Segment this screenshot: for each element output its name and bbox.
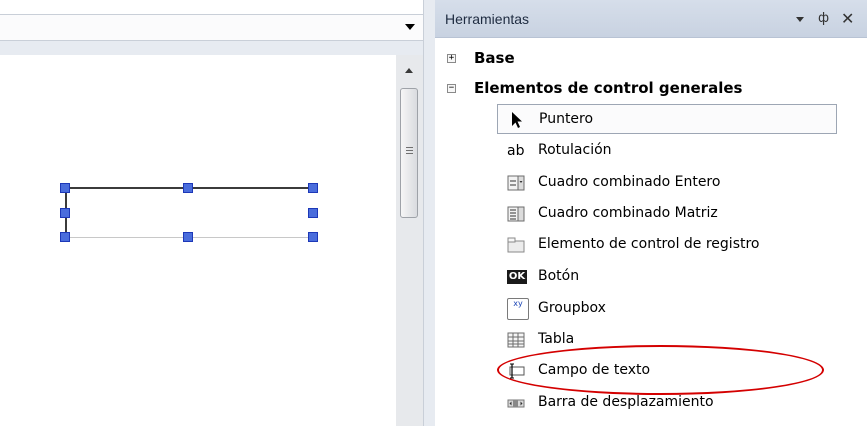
scroll-thumb[interactable] [400,88,418,218]
tool-item-boton[interactable]: OK Botón [497,262,837,292]
grip-line [406,147,413,148]
tool-item-label: Botón [538,268,580,284]
scroll-up-arrow-icon[interactable] [405,68,413,73]
chevron-down-icon[interactable] [405,24,415,30]
ab-label-icon: ab [507,143,525,159]
tool-item-groupbox[interactable]: xy Groupbox [497,294,837,324]
resize-handle-bottom-middle[interactable] [183,232,193,242]
grip-line [406,153,413,154]
tool-item-rotulacion[interactable]: ab Rotulación [497,136,837,166]
tool-item-combobox-integer[interactable]: Cuadro combinado Entero [497,168,837,198]
groupbox-icon: xy [507,298,529,320]
scrollbar-icon [507,399,525,408]
combobox-integer-icon [507,175,525,191]
tool-item-label: Puntero [539,111,594,127]
editor-toolbar [0,14,423,41]
resize-handle-bottom-left[interactable] [60,232,70,242]
category-label: Elementos de control generales [474,79,743,97]
editor-top-strip [0,0,423,14]
close-icon[interactable]: ✕ [841,9,854,28]
expand-icon[interactable]: + [447,54,456,63]
toolbox-title: Herramientas [445,11,530,27]
tool-item-label: Elemento de control de registro [538,236,760,252]
editor-gap [0,41,423,55]
tool-item-label: Barra de desplazamiento [538,394,714,410]
design-canvas[interactable] [0,55,396,426]
table-icon [507,332,525,348]
chevron-down-icon[interactable] [796,17,804,22]
tool-item-tab-control[interactable]: Elemento de control de registro [497,230,837,260]
tool-item-combobox-matrix[interactable]: Cuadro combinado Matriz [497,199,837,229]
resize-handle-bottom-right[interactable] [308,232,318,242]
grip-line [406,150,413,151]
collapse-icon[interactable]: − [447,84,456,93]
resize-handle-top-right[interactable] [308,183,318,193]
resize-handle-middle-right[interactable] [308,208,318,218]
tool-item-label: Rotulación [538,142,612,158]
category-base[interactable]: + Base [435,43,867,73]
combobox-matrix-icon [507,206,525,222]
ok-button-icon: OK [507,270,527,284]
pointer-arrow-icon [512,112,522,128]
category-general-controls[interactable]: − Elementos de control generales [435,73,867,103]
resize-handle-middle-left[interactable] [60,208,70,218]
vertical-scrollbar[interactable] [396,55,423,426]
panel-splitter[interactable] [423,0,435,426]
tool-item-label: Cuadro combinado Matriz [538,205,718,221]
toolbox-header: Herramientas ф ✕ [435,0,867,38]
tab-control-icon [507,237,525,253]
resize-handle-top-middle[interactable] [183,183,193,193]
tool-item-puntero[interactable]: Puntero [497,104,837,134]
highlight-ellipse [497,345,824,395]
category-label: Base [474,49,515,67]
tool-item-label: Groupbox [538,300,606,316]
tool-item-label: Cuadro combinado Entero [538,174,721,190]
resize-handle-top-left[interactable] [60,183,70,193]
pin-icon[interactable]: ф [818,11,829,26]
tool-item-label: Tabla [538,331,575,347]
